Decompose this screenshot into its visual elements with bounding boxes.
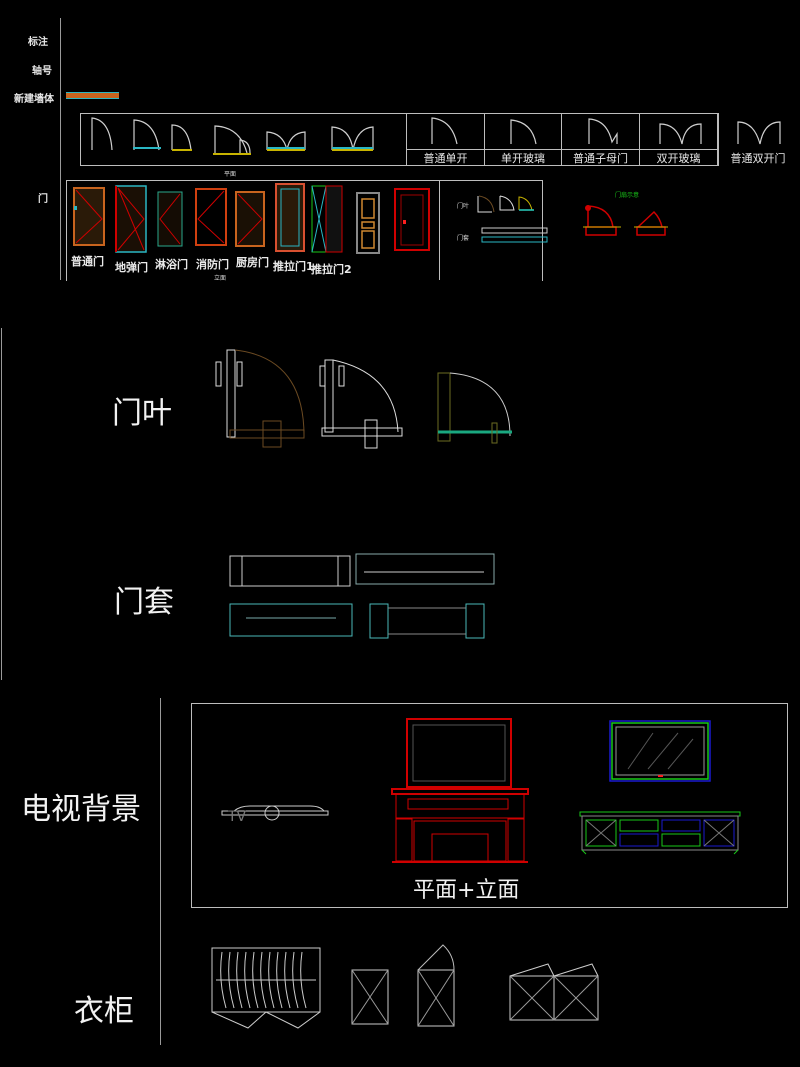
tv-cabinet-elevation: [579, 811, 741, 855]
red-door-swing-symbols: [583, 205, 668, 236]
door-plan-labeled-symbols: [431, 117, 781, 145]
door-elevation-label: 普通门: [71, 255, 104, 268]
door-elevation-sliding-1: [275, 183, 305, 252]
tv-plan-tag: TV: [228, 809, 247, 825]
door-type-label: 普通子母门: [573, 152, 628, 165]
door-elevation-label: 消防门: [196, 258, 229, 271]
label-door: 门: [38, 194, 48, 205]
door-swing-symbol: [171, 124, 192, 151]
door-leaf-1: [215, 349, 305, 448]
red-group-caption: 门扇示意: [615, 192, 640, 199]
door-type-label: 普通双开门: [730, 152, 786, 165]
mini-legend-leaf: 门叶: [457, 203, 470, 210]
new-wall-swatch[interactable]: [66, 92, 119, 99]
door-leaf-3: [437, 372, 512, 444]
section-wardrobe-title: 衣柜: [74, 994, 134, 1029]
door-leaf-2: [319, 359, 403, 449]
tv-caption: 平面+立面: [413, 878, 520, 903]
door-type-label: 单开玻璃: [501, 152, 545, 165]
door-plan-symbols: [91, 117, 374, 155]
door-elevation-label: 推拉门2: [311, 263, 352, 276]
wardrobe-drawings: [211, 944, 599, 1029]
door-casing-3: [229, 603, 353, 637]
door-elevation-floor-spring: [115, 185, 147, 253]
door-type-label: 双开玻璃: [656, 152, 701, 165]
door-casing-2: [355, 553, 495, 585]
wardrobe-unit-2: [417, 944, 455, 1027]
door-elevation-framed: [394, 188, 430, 251]
door-leaf-drawings: [215, 349, 512, 449]
door-elevation-panel: [356, 192, 380, 254]
bottom-divider-line: [160, 698, 161, 1045]
door-swing-symbol: [91, 117, 113, 151]
door-elevation-label: 淋浴门: [155, 258, 188, 271]
section-tv-background-title: 电视背景: [21, 792, 141, 827]
door-elevation-label: 推拉门1: [273, 260, 314, 273]
wardrobe-unit-3: [509, 963, 599, 1021]
mini-legend-symbols: [477, 195, 548, 243]
elevation-divider: [439, 180, 440, 280]
door-casing-1: [229, 555, 351, 587]
door-elevations: [73, 183, 430, 254]
door-elevation-label: 厨房门: [236, 256, 269, 269]
door-swing-symbol: [133, 119, 160, 151]
top-divider-line: [60, 18, 61, 280]
mini-legend-casing: 门套: [457, 235, 470, 242]
wall-tv-elevation: [609, 720, 711, 782]
door-type-label: 普通单开: [423, 152, 468, 165]
door-elevation-shower: [157, 191, 183, 247]
plan-caption: 平面: [224, 171, 237, 178]
door-elevation-sliding-2: [311, 185, 343, 253]
door-swing-symbol: [214, 125, 251, 154]
wardrobe-hanging-plan: [211, 947, 321, 1029]
door-casing-4: [369, 603, 485, 639]
door-elevation-fire: [195, 188, 227, 246]
section-door-leaf-title: 门叶: [112, 396, 172, 431]
door-swing-symbol: [331, 126, 374, 151]
elevation-caption: 立面: [214, 275, 227, 282]
label-annotation: 标注: [28, 37, 48, 48]
middle-divider-line: [1, 328, 2, 680]
section-door-casing-title: 门套: [114, 585, 174, 620]
label-axis-number: 轴号: [32, 66, 52, 77]
label-new-wall: 新建墙体: [14, 94, 54, 105]
wardrobe-unit-1: [351, 969, 389, 1025]
door-elevation-kitchen: [235, 191, 265, 247]
door-elevation-label: 地弹门: [115, 261, 148, 274]
door-casing-drawings: [229, 553, 495, 639]
fireplace-tv-elevation: [391, 718, 529, 863]
door-elevation-normal: [73, 187, 105, 246]
